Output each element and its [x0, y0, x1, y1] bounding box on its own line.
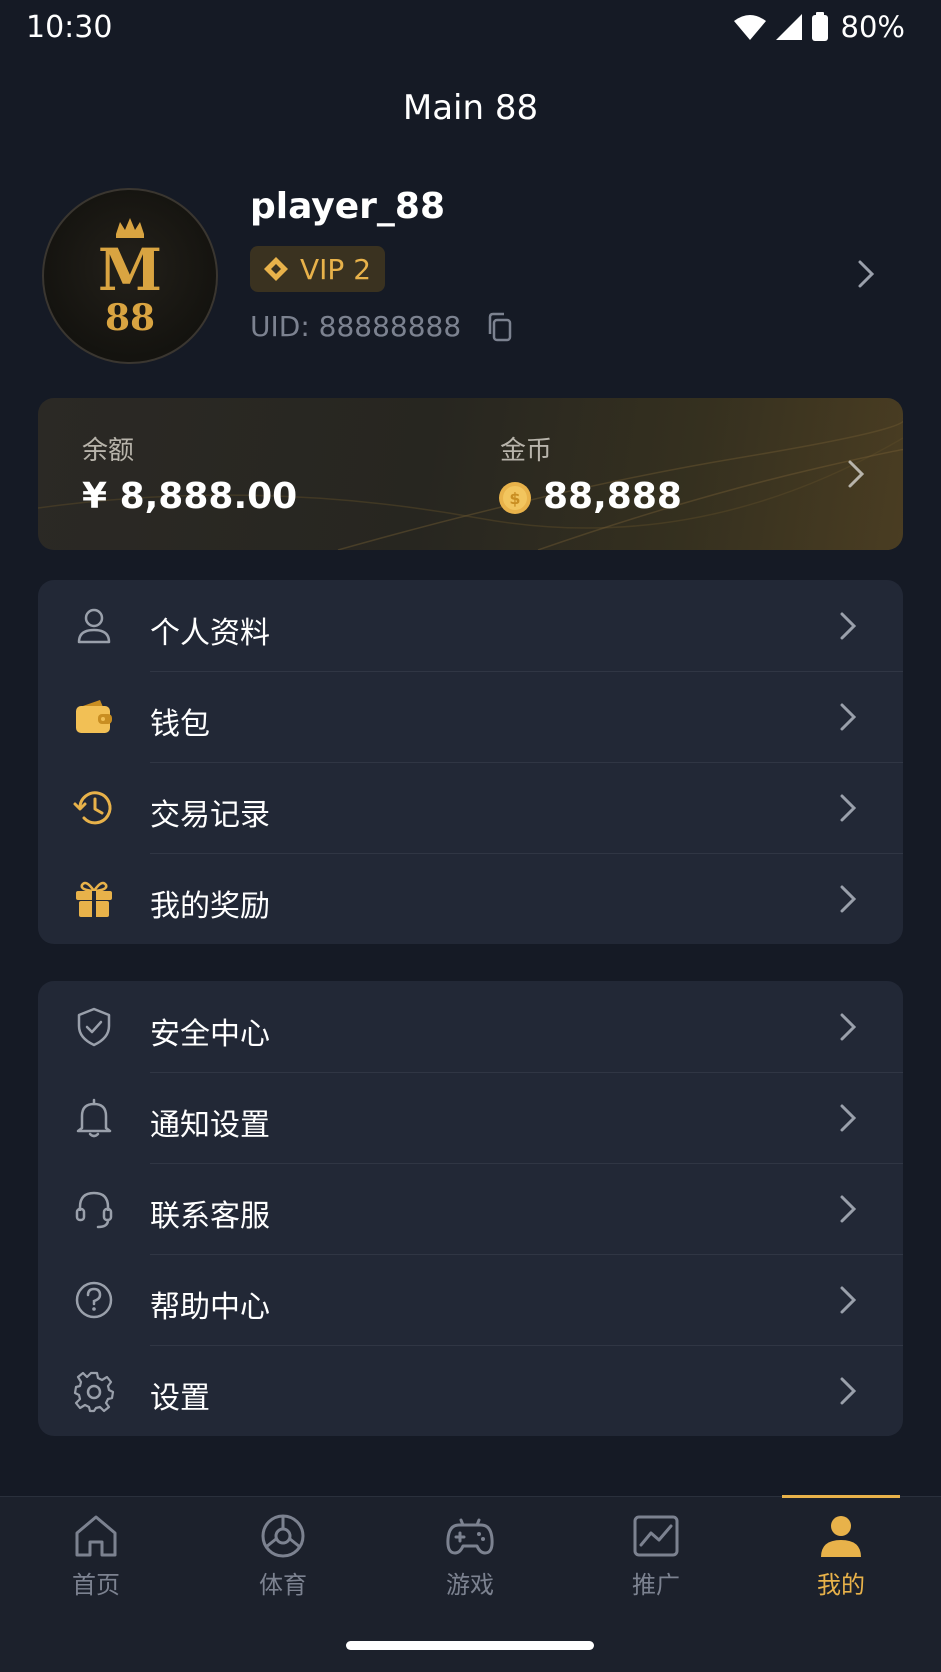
wifi-icon — [733, 15, 766, 40]
tab-label: 我的 — [817, 1571, 865, 1599]
chevron-right-icon — [840, 1104, 857, 1132]
m88-logo: M 88 — [98, 218, 162, 339]
tab-promotion[interactable]: 推广 — [586, 1513, 726, 1613]
gear-icon — [73, 1371, 115, 1413]
avatar[interactable]: M 88 — [42, 188, 218, 364]
tab-label: 体育 — [259, 1571, 307, 1599]
status-bar: 10:30 80% — [0, 0, 941, 56]
balance-chevron-icon[interactable] — [846, 458, 866, 490]
profile-icon — [821, 1516, 861, 1557]
menu-item-settings[interactable]: 设置 — [38, 1345, 903, 1436]
chart-icon — [633, 1515, 679, 1557]
menu-item-transactions[interactable]: 交易记录 — [38, 762, 903, 853]
menu-item-notifications[interactable]: 通知设置 — [38, 1072, 903, 1163]
balance-label: 余额 — [82, 436, 135, 466]
menu-item-profile[interactable]: 个人资料 — [38, 580, 903, 671]
tab-label: 首页 — [72, 1571, 120, 1599]
tab-label: 游戏 — [446, 1571, 494, 1599]
tab-label: 推广 — [632, 1571, 680, 1599]
username: player_88 — [250, 186, 446, 227]
shield-icon — [77, 1007, 111, 1047]
uid-text: UID: 88888888 — [250, 310, 462, 343]
status-icons: 80% — [733, 10, 905, 44]
chevron-right-icon — [840, 612, 857, 640]
chevron-right-icon — [840, 1195, 857, 1223]
uid-row: UID: 88888888 — [250, 310, 513, 343]
menu-item-wallet[interactable]: 钱包 — [38, 671, 903, 762]
bell-icon — [76, 1098, 112, 1138]
status-time: 10:30 — [26, 10, 113, 45]
chevron-right-icon — [840, 1286, 857, 1314]
gift-icon — [76, 881, 112, 917]
chevron-right-icon — [840, 885, 857, 913]
balance-card[interactable]: 余额 ¥ 8,888.00 金币 $ 88,888 — [38, 398, 903, 550]
decorative-wave — [38, 418, 903, 550]
tab-sports[interactable]: 体育 — [213, 1513, 353, 1613]
menu-card-support: 安全中心 通知设置 联系客服 帮助中心 设置 — [38, 981, 903, 1436]
chevron-right-icon — [840, 1013, 857, 1041]
battery-icon — [811, 12, 828, 41]
menu-label: 帮助中心 — [150, 1290, 270, 1325]
coins-value: 88,888 — [543, 476, 682, 517]
menu-label: 联系客服 — [150, 1199, 270, 1234]
chevron-right-icon — [840, 703, 857, 731]
tab-games[interactable]: 游戏 — [400, 1513, 540, 1613]
help-icon — [75, 1281, 113, 1319]
menu-label: 个人资料 — [150, 616, 270, 651]
svg-text:88: 88 — [105, 297, 155, 339]
menu-label: 设置 — [150, 1381, 210, 1416]
user-icon — [77, 608, 111, 644]
tab-me[interactable]: 我的 — [771, 1513, 911, 1613]
menu-label: 交易记录 — [150, 798, 270, 833]
menu-card-account: 个人资料 钱包 交易记录 我的奖励 — [38, 580, 903, 944]
menu-item-rewards[interactable]: 我的奖励 — [38, 853, 903, 944]
menu-label: 通知设置 — [150, 1108, 270, 1143]
home-indicator[interactable] — [346, 1641, 594, 1650]
gamepad-icon — [446, 1518, 494, 1555]
chevron-right-icon — [840, 794, 857, 822]
ball-icon — [261, 1514, 305, 1558]
menu-item-help[interactable]: 帮助中心 — [38, 1254, 903, 1345]
cellular-signal-icon — [775, 14, 802, 40]
battery-percent: 80% — [840, 10, 905, 44]
vip-level: VIP 2 — [300, 252, 372, 286]
menu-item-customer-service[interactable]: 联系客服 — [38, 1163, 903, 1254]
tab-home[interactable]: 首页 — [26, 1513, 166, 1613]
balance-value: ¥ 8,888.00 — [82, 476, 298, 517]
svg-text:$: $ — [509, 489, 520, 508]
profile-chevron-icon[interactable] — [856, 258, 876, 290]
bottom-nav: 首页 体育 游戏 推广 我的 — [0, 1495, 941, 1672]
history-icon — [73, 791, 112, 825]
menu-label: 安全中心 — [150, 1017, 270, 1052]
menu-item-security[interactable]: 安全中心 — [38, 981, 903, 1072]
coins-label: 金币 — [500, 436, 553, 466]
coin-icon: $ — [499, 482, 531, 514]
menu-label: 我的奖励 — [150, 889, 270, 924]
headset-icon — [75, 1191, 113, 1229]
menu-label: 钱包 — [150, 707, 210, 742]
copy-icon[interactable] — [487, 312, 513, 342]
vip-badge[interactable]: VIP 2 — [250, 246, 386, 292]
wallet-icon — [76, 700, 112, 733]
page-title: Main 88 — [402, 88, 539, 128]
svg-text:M: M — [98, 236, 162, 304]
chevron-right-icon — [840, 1377, 857, 1405]
active-tab-indicator — [782, 1495, 900, 1498]
home-icon — [75, 1515, 117, 1557]
diamond-icon — [264, 257, 288, 281]
